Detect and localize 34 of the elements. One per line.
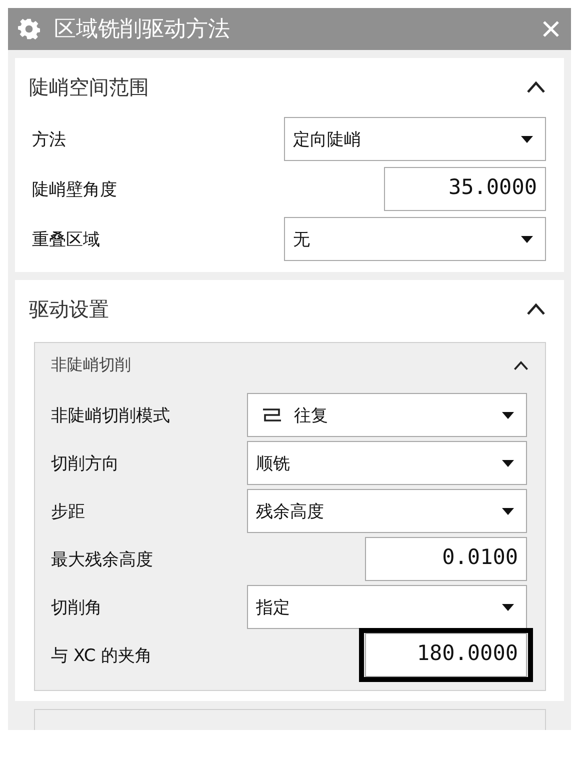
- field-label: 切削角: [51, 596, 102, 618]
- section-title[interactable]: 陡峭空间范围: [29, 74, 149, 100]
- dropdown-arrow-icon[interactable]: [502, 604, 514, 610]
- zigzag-icon: [262, 408, 282, 422]
- caret-icon[interactable]: [513, 360, 529, 371]
- dropdown[interactable]: 无: [284, 217, 546, 261]
- dropdown[interactable]: 顺铣: [247, 441, 527, 485]
- field-label: 方法: [32, 128, 66, 150]
- subsection-title[interactable]: 非陡峭切削: [51, 355, 131, 376]
- field-label: 切削方向: [51, 452, 119, 474]
- dropdown-arrow-icon[interactable]: [521, 236, 533, 242]
- number-field[interactable]: 0.0100: [365, 537, 527, 581]
- number-field[interactable]: 180.0000: [365, 633, 527, 677]
- dropdown[interactable]: 指定: [247, 585, 527, 629]
- gear-icon[interactable]: [18, 18, 40, 40]
- caret-icon[interactable]: [526, 302, 546, 316]
- dropdown-arrow-icon[interactable]: [502, 412, 514, 418]
- dropdown[interactable]: 往复: [247, 393, 527, 437]
- field-label: 非陡峭切削模式: [51, 404, 170, 426]
- section-title[interactable]: 驱动设置: [29, 296, 109, 322]
- dropdown-arrow-icon[interactable]: [521, 136, 533, 142]
- dropdown-arrow-icon[interactable]: [502, 508, 514, 514]
- dropdown[interactable]: 残余高度: [247, 489, 527, 533]
- dropdown[interactable]: 定向陡峭: [284, 117, 546, 161]
- close-icon[interactable]: [541, 19, 561, 39]
- field-label: 最大残余高度: [51, 548, 153, 570]
- field-label: 与 XC 的夹角: [51, 644, 152, 666]
- number-field[interactable]: 35.0000: [384, 167, 546, 211]
- dropdown-arrow-icon[interactable]: [502, 460, 514, 466]
- caret-icon[interactable]: [526, 80, 546, 94]
- field-label: 步距: [51, 500, 85, 522]
- field-label: 重叠区域: [32, 228, 100, 250]
- field-label: 陡峭壁角度: [32, 178, 117, 200]
- window-title: 区域铣削驱动方法: [54, 16, 231, 44]
